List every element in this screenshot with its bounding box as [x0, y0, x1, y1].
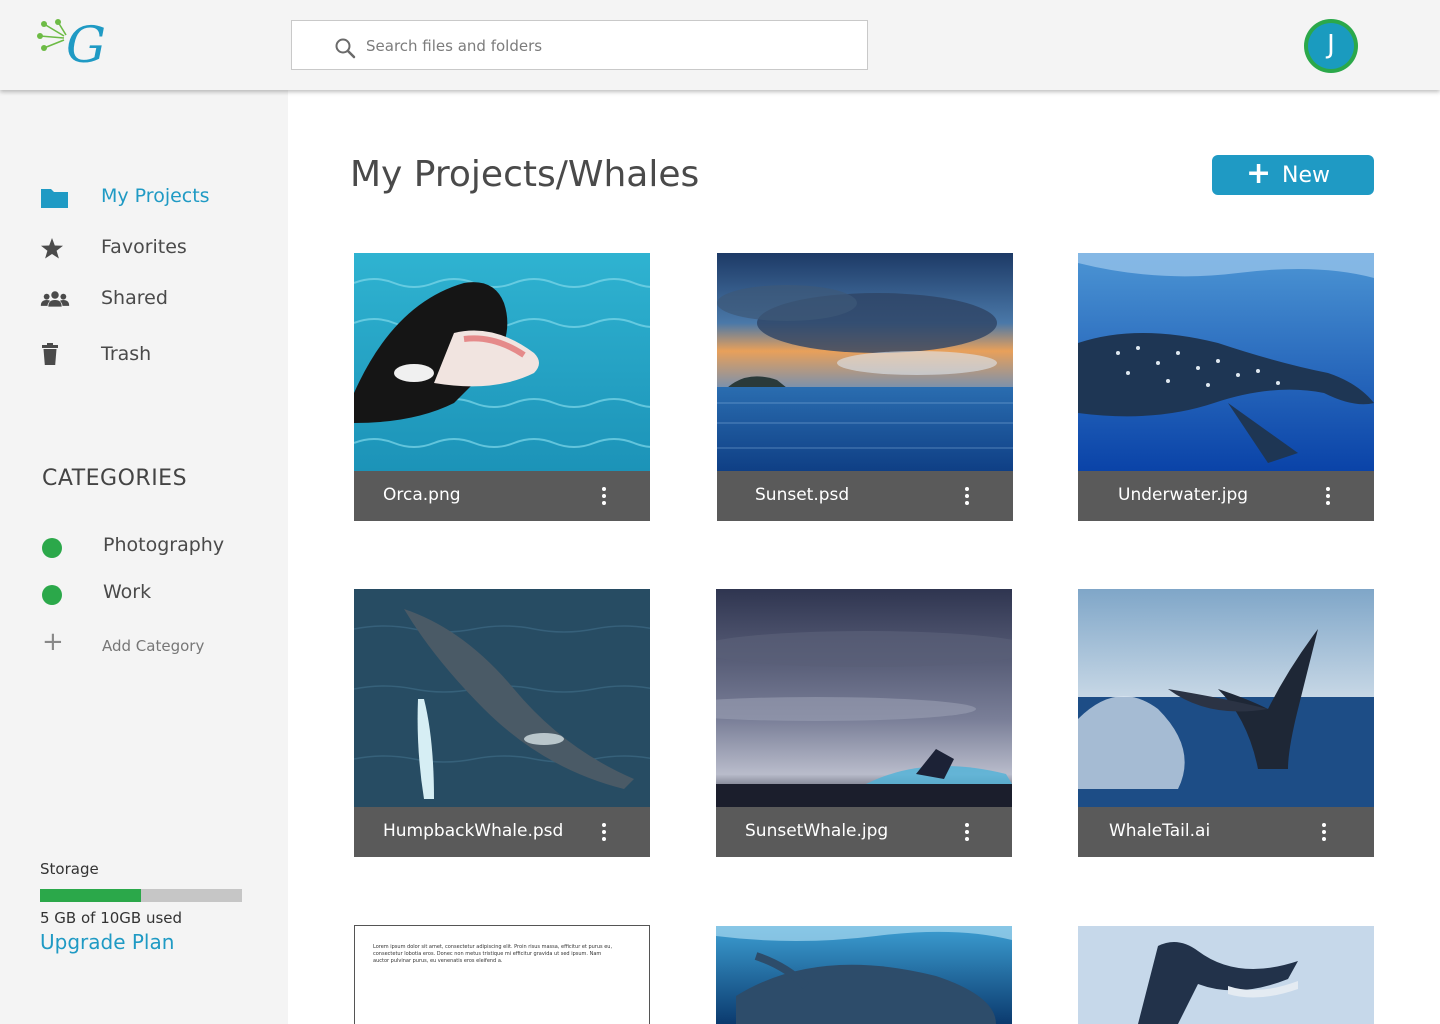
- file-card-footer: WhaleTail.ai: [1078, 807, 1374, 857]
- file-card-underwater-whale[interactable]: [716, 926, 1012, 1024]
- more-options-icon[interactable]: [1310, 819, 1338, 845]
- page-title: My Projects/Whales: [350, 154, 700, 195]
- file-card-footer: Orca.png: [354, 471, 650, 521]
- file-card-footer: Sunset.psd: [717, 471, 1013, 521]
- file-card-document[interactable]: Lorem ipsum dolor sit amet, consectetur …: [354, 925, 650, 1024]
- sidebar-item-label: Trash: [101, 343, 152, 365]
- file-thumbnail: [1078, 589, 1374, 807]
- search-icon: [335, 38, 356, 59]
- file-thumbnail: [1078, 926, 1374, 1024]
- file-name: Underwater.jpg: [1118, 485, 1249, 505]
- sidebar-item-label: My Projects: [101, 185, 210, 207]
- file-card-whaletail[interactable]: WhaleTail.ai: [1078, 589, 1374, 857]
- file-name: Orca.png: [383, 485, 461, 505]
- file-card-humpback[interactable]: HumpbackWhale.psd: [354, 589, 650, 857]
- avatar-initial: J: [1308, 23, 1354, 69]
- file-name: Sunset.psd: [755, 485, 850, 505]
- file-card-underwater[interactable]: Underwater.jpg: [1078, 253, 1374, 521]
- add-category-button[interactable]: + Add Category: [40, 627, 240, 660]
- file-card-footer: HumpbackWhale.psd: [354, 807, 650, 857]
- plus-icon: +: [1246, 156, 1272, 191]
- file-card-footer: Underwater.jpg: [1078, 471, 1374, 521]
- file-card-breaching-whale[interactable]: [1078, 926, 1374, 1024]
- category-label: Photography: [103, 534, 225, 556]
- search-box[interactable]: [291, 20, 868, 70]
- file-card-footer: SunsetWhale.jpg: [716, 807, 1012, 857]
- sidebar-item-label: Favorites: [101, 236, 187, 258]
- categories-heading: CATEGORIES: [42, 466, 188, 491]
- storage-used-text: 5 GB of 10GB used: [40, 909, 183, 927]
- new-button[interactable]: + New: [1212, 155, 1374, 195]
- sidebar-item-shared[interactable]: Shared: [40, 285, 270, 315]
- file-card-sunsetwhale[interactable]: SunsetWhale.jpg: [716, 589, 1012, 857]
- more-options-icon[interactable]: [590, 483, 618, 509]
- more-options-icon[interactable]: [953, 483, 981, 509]
- sidebar-item-my-projects[interactable]: My Projects: [40, 183, 270, 213]
- category-label: Work: [103, 581, 152, 603]
- file-thumbnail: [717, 253, 1013, 471]
- logo-icon: G: [37, 16, 106, 74]
- new-button-label: New: [1282, 163, 1330, 188]
- app-logo[interactable]: G: [36, 16, 106, 76]
- file-thumbnail: [354, 253, 650, 471]
- category-color-dot: [42, 538, 62, 558]
- file-name: HumpbackWhale.psd: [383, 821, 564, 841]
- sidebar-item-favorites[interactable]: Favorites: [40, 234, 270, 264]
- file-card-orca[interactable]: Orca.png: [354, 253, 650, 521]
- file-thumbnail: [354, 589, 650, 807]
- sidebar: My Projects Favorites Shared Trash CATEG…: [0, 90, 288, 1024]
- user-avatar[interactable]: J: [1304, 19, 1358, 73]
- category-photography[interactable]: Photography: [40, 532, 270, 562]
- search-input[interactable]: [366, 33, 846, 59]
- file-thumbnail: [1078, 253, 1374, 471]
- category-work[interactable]: Work: [40, 579, 270, 609]
- file-thumbnail: [716, 926, 1012, 1024]
- users-icon: [40, 291, 70, 307]
- sidebar-item-label: Shared: [101, 287, 168, 309]
- file-card-sunset[interactable]: Sunset.psd: [717, 253, 1013, 521]
- file-name: SunsetWhale.jpg: [745, 821, 889, 841]
- file-thumbnail: [716, 589, 1012, 807]
- file-name: WhaleTail.ai: [1109, 821, 1211, 841]
- app-header: G J: [0, 0, 1440, 90]
- category-color-dot: [42, 585, 62, 605]
- star-icon: [41, 238, 63, 259]
- more-options-icon[interactable]: [590, 819, 618, 845]
- more-options-icon[interactable]: [953, 819, 981, 845]
- upgrade-plan-link[interactable]: Upgrade Plan: [40, 930, 174, 954]
- more-options-icon[interactable]: [1314, 483, 1342, 509]
- storage-label: Storage: [40, 860, 99, 878]
- storage-progress-bar: [40, 889, 242, 902]
- trash-icon: [42, 343, 58, 365]
- plus-icon: +: [42, 627, 64, 657]
- add-category-label: Add Category: [102, 637, 205, 655]
- sidebar-item-trash[interactable]: Trash: [40, 341, 270, 371]
- document-preview-text: Lorem ipsum dolor sit amet, consectetur …: [373, 944, 613, 964]
- storage-progress-fill: [40, 889, 141, 902]
- svg-text:G: G: [66, 16, 106, 74]
- folder-icon: [41, 189, 68, 208]
